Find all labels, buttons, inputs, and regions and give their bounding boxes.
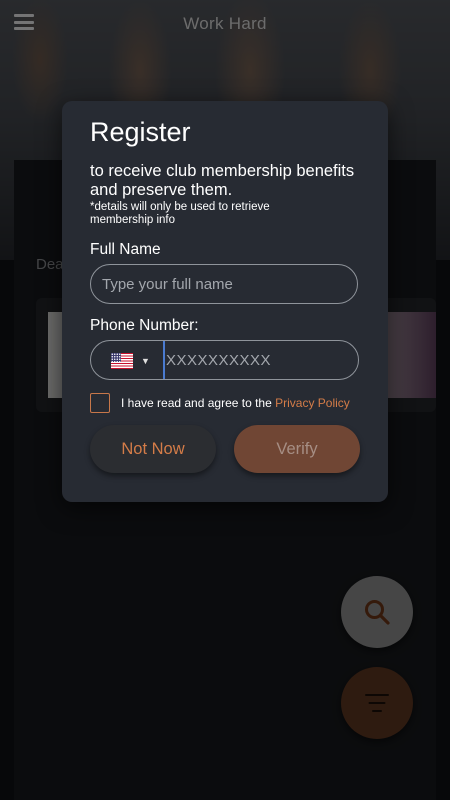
country-code-picker[interactable]: ▼ [111, 352, 150, 370]
phone-number-label: Phone Number: [90, 317, 199, 334]
full-name-input[interactable] [90, 264, 358, 304]
full-name-label: Full Name [90, 241, 161, 258]
us-flag-icon [111, 353, 133, 369]
privacy-policy-link[interactable]: Privacy Policy [275, 396, 350, 410]
privacy-agree-checkbox[interactable] [90, 393, 110, 413]
phone-number-field: ▼ [90, 340, 359, 380]
privacy-agree-label: I have read and agree to the Privacy Pol… [121, 396, 350, 410]
caret-down-icon: ▼ [141, 356, 150, 366]
register-dialog: Register to receive club membership bene… [62, 101, 388, 502]
phone-number-input[interactable] [163, 341, 336, 379]
dialog-note: *details will only be used to retrieve m… [90, 201, 270, 226]
dialog-subtitle: to receive club membership benefits and … [90, 162, 355, 199]
verify-button[interactable]: Verify [234, 425, 360, 473]
dialog-title: Register [90, 117, 191, 147]
agree-text: I have read and agree to the [121, 396, 276, 410]
not-now-button[interactable]: Not Now [90, 425, 216, 473]
